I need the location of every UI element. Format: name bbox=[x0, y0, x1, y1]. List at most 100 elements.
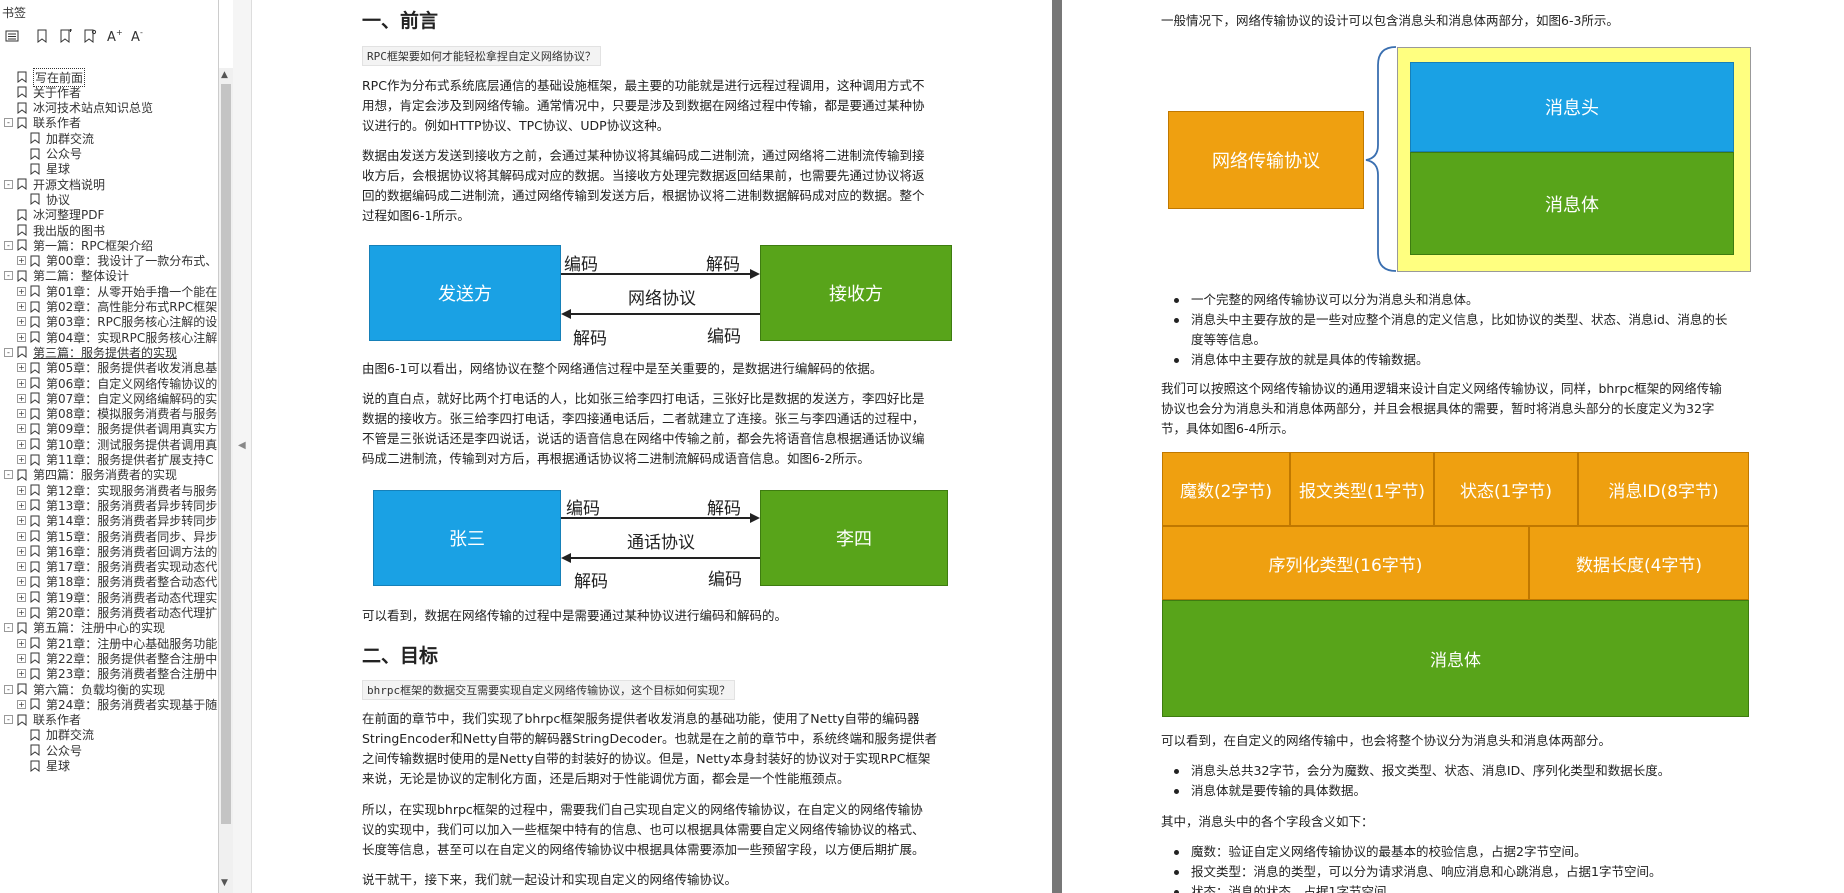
collapse-icon[interactable]: - bbox=[4, 179, 13, 189]
text-line: 在前面的章节中，我们实现了bhrpc框架服务提供者收发消息的基础功能，使用了Ne… bbox=[362, 711, 920, 726]
bookmark-icon bbox=[30, 499, 40, 512]
bookmark-item[interactable]: 星球 bbox=[17, 757, 70, 775]
expand-icon[interactable]: + bbox=[17, 286, 26, 296]
list-item: 消息头总共32字节，会分为魔数、报文类型、状态、消息ID、序列化类型和数据长度。 bbox=[1161, 761, 1831, 781]
collapse-icon[interactable]: - bbox=[4, 271, 13, 281]
expand-icon[interactable]: + bbox=[17, 531, 26, 541]
collapse-icon[interactable]: - bbox=[4, 118, 13, 128]
encode-label: 编码 bbox=[707, 327, 741, 347]
paragraph: 数据由发送方发送到接收方之前，会通过某种协议将其编码成二进制流，通过网络将二进制… bbox=[362, 146, 925, 226]
text-line: 来说，无论是协议的定制化方面，还是后期对于性能调优方面，都会是一个性能瓶颈点。 bbox=[362, 771, 850, 786]
sender-box: 发送方 bbox=[369, 245, 561, 341]
expand-icon[interactable]: + bbox=[17, 500, 26, 510]
paragraph: 其中，消息头中的各个字段含义如下： bbox=[1161, 812, 1374, 832]
expand-icon[interactable]: + bbox=[17, 699, 26, 709]
bullet-list: 消息头总共32字节，会分为魔数、报文类型、状态、消息ID、序列化类型和数据长度。… bbox=[1161, 761, 1831, 801]
expand-icon[interactable]: + bbox=[17, 302, 26, 311]
bookmark-icon bbox=[30, 591, 40, 604]
bullet-list: 一个完整的网络传输协议可以分为消息头和消息体。 消息头中主要存放的是一些对应整个消… bbox=[1161, 290, 1831, 370]
text-line: 数据的接收方。张三给李四打电话，李四接通电话后，二者就建立了连接。张三与李四通话… bbox=[362, 411, 925, 426]
bookmark-icon bbox=[17, 683, 27, 695]
paragraph: RPC作为分布式系统底层通信的基础设施框架，最主要的功能就是进行远程过程调用，这… bbox=[362, 76, 925, 136]
text-line: 议的实现中，我们可以加入一些框架中特有的信息、也可以根据具体需要自定义网络传输协… bbox=[362, 822, 925, 837]
protocol-label: 网络协议 bbox=[628, 289, 696, 309]
decode-label: 解码 bbox=[707, 499, 741, 519]
expand-icon[interactable]: + bbox=[17, 317, 26, 327]
expand-icon[interactable]: + bbox=[17, 669, 26, 679]
bookmark-add-icon[interactable] bbox=[58, 28, 74, 44]
bookmark-icon bbox=[30, 163, 40, 175]
font-decrease-icon[interactable]: A- bbox=[130, 28, 146, 44]
expand-icon[interactable]: + bbox=[17, 455, 26, 464]
list-item: 状态：消息的状态，占据1字节空间。 bbox=[1161, 882, 1831, 893]
collapse-icon[interactable]: - bbox=[4, 347, 13, 357]
bookmark-scrollbar[interactable]: ▲ ▼ bbox=[219, 68, 233, 893]
expand-icon[interactable]: + bbox=[17, 409, 26, 419]
expand-icon[interactable]: + bbox=[17, 485, 26, 495]
bookmark-icon[interactable] bbox=[34, 28, 50, 44]
collapse-icon[interactable]: - bbox=[4, 240, 13, 250]
collapse-icon[interactable]: - bbox=[4, 623, 13, 633]
list-item: 报文类型：消息的类型，可以分为请求消息、响应消息和心跳消息，占据1字节空间。 bbox=[1161, 862, 1831, 882]
bookmark-icon bbox=[30, 637, 40, 650]
bookmark-icon bbox=[30, 576, 40, 588]
expand-icon[interactable]: + bbox=[17, 577, 26, 587]
font-increase-icon[interactable]: A + bbox=[106, 28, 122, 44]
collapse-icon[interactable]: - bbox=[4, 715, 13, 725]
expand-icon[interactable]: + bbox=[17, 562, 26, 572]
expand-icon[interactable]: + bbox=[17, 439, 26, 449]
text-line: 说干就干，接下来，我们就一起设计和实现自定义的网络传输协议。 bbox=[362, 872, 738, 887]
expand-icon[interactable]: + bbox=[17, 608, 26, 617]
field-msgtype: 报文类型(1字节) bbox=[1290, 452, 1434, 526]
expand-icon[interactable]: + bbox=[17, 378, 26, 388]
text-line: 可以看到，数据在网络传输的过程中是需要通过某种协议进行编码和解码的。 bbox=[362, 608, 788, 623]
expand-icon[interactable]: + bbox=[17, 516, 26, 526]
bookmark-icon bbox=[30, 530, 40, 542]
expand-icon[interactable]: + bbox=[17, 332, 26, 342]
bookmark-find-icon[interactable] bbox=[82, 28, 98, 44]
scroll-up-icon[interactable]: ▲ bbox=[221, 70, 228, 80]
text-line: 不管是三张说话还是李四说话，说话的语音信息在网络中传输之前，都会先将语音信息根据… bbox=[362, 431, 925, 446]
text-line: 所以，在实现bhrpc框架的过程中，需要我们自己实现自定义的网络传输协议，在自定… bbox=[362, 802, 923, 817]
bookmark-icon bbox=[30, 377, 40, 389]
panel-splitter[interactable]: ◀ bbox=[233, 0, 252, 893]
collapse-icon[interactable]: - bbox=[4, 470, 13, 480]
scroll-down-icon[interactable]: ▼ bbox=[221, 878, 228, 888]
expand-icon[interactable]: + bbox=[17, 546, 26, 556]
expand-icon[interactable]: + bbox=[17, 363, 26, 373]
list-view-icon[interactable] bbox=[4, 28, 20, 44]
collapse-icon[interactable]: - bbox=[4, 684, 13, 694]
bookmark-icon bbox=[30, 285, 40, 298]
expand-icon[interactable]: + bbox=[17, 393, 26, 403]
list-item: 消息体中主要存放的就是具体的传输数据。 bbox=[1161, 350, 1831, 370]
bookmark-panel-title: 书签 bbox=[2, 6, 27, 20]
expand-icon[interactable]: + bbox=[17, 592, 26, 602]
encode-label: 编码 bbox=[564, 255, 598, 275]
scrollbar-thumb[interactable] bbox=[221, 84, 231, 824]
bookmark-icon bbox=[30, 454, 40, 466]
paragraph: 说干就干，接下来，我们就一起设计和实现自定义的网络传输协议。 bbox=[362, 870, 737, 890]
collapse-left-icon[interactable]: ◀ bbox=[238, 440, 246, 451]
brace-connector bbox=[1365, 46, 1397, 272]
protocol-label: 通话协议 bbox=[627, 533, 695, 553]
list-item: 魔数：验证自定义网络传输协议的最基本的校验信息，占据2字节空间。 bbox=[1161, 842, 1831, 862]
expand-icon[interactable]: + bbox=[17, 256, 26, 266]
expand-icon[interactable]: + bbox=[17, 653, 26, 663]
paragraph: 一般情况下，网络传输协议的设计可以包含消息头和消息体两部分，如图6-3所示。 bbox=[1161, 11, 1619, 31]
bookmark-icon bbox=[30, 760, 40, 772]
expand-icon[interactable]: + bbox=[17, 424, 26, 434]
decode-label: 解码 bbox=[573, 329, 607, 349]
bookmark-icon bbox=[30, 132, 40, 145]
bookmark-icon bbox=[17, 469, 27, 481]
expand-icon[interactable]: + bbox=[17, 638, 26, 648]
text-line: 收方后，会根据协议将其解码成对应的数据。当接收方处理完数据返回结果前，也需要先通… bbox=[362, 168, 925, 183]
bookmark-icon bbox=[30, 316, 40, 328]
bookmark-icon bbox=[30, 744, 40, 757]
svg-text:-: - bbox=[140, 29, 143, 37]
text-line: 过程如图6-1所示。 bbox=[362, 208, 470, 223]
paragraph: 在前面的章节中，我们实现了bhrpc框架服务提供者收发消息的基础功能，使用了Ne… bbox=[362, 709, 937, 789]
text-line: 由图6-1可以看出，网络协议在整个网络通信过程中是至关重要的，是数据进行编解码的… bbox=[362, 361, 883, 376]
bookmark-icon bbox=[30, 545, 40, 558]
bookmark-icon bbox=[30, 652, 40, 665]
text-line: 节，具体如图6-4所示。 bbox=[1161, 421, 1294, 436]
